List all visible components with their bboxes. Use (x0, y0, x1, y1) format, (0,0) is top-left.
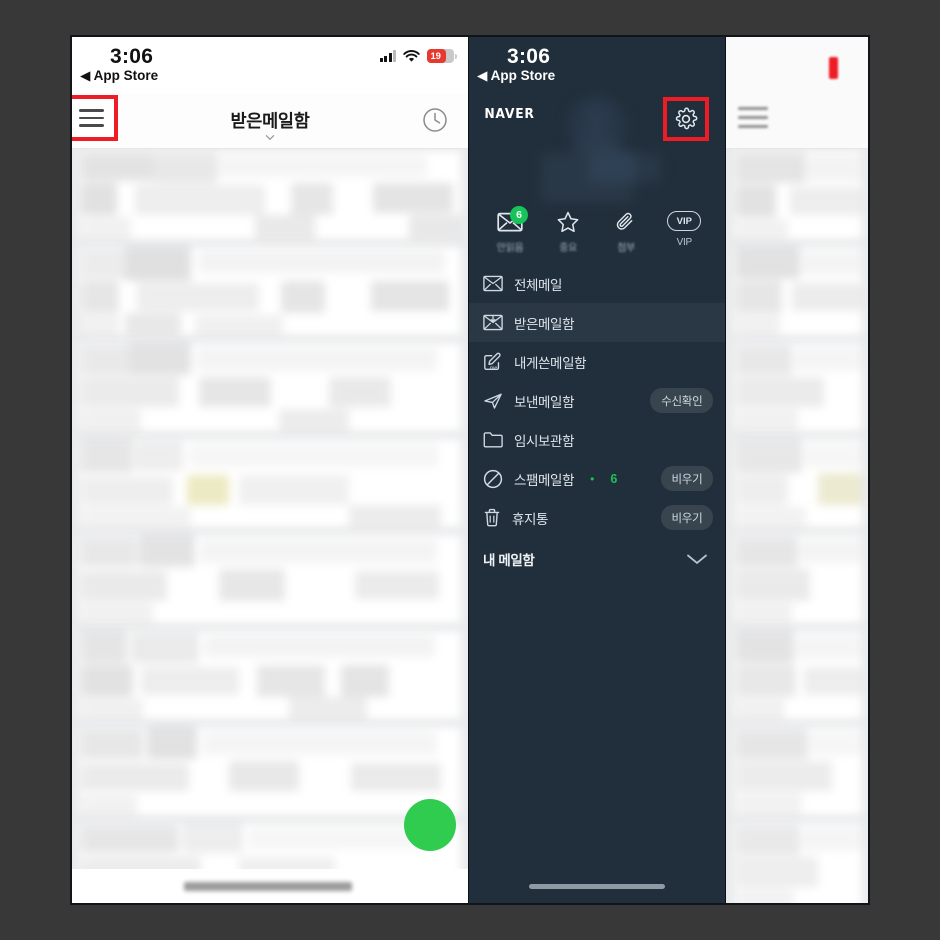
back-to-app-store[interactable]: ◀ App Store (477, 68, 555, 84)
unread-badge: 6 (510, 206, 529, 224)
page-title: 받은메일함 (230, 111, 310, 131)
menu-label: 임시보관함 (514, 433, 575, 449)
quick-vip[interactable]: VIP VIP (658, 211, 710, 254)
spam-count: 6 (610, 471, 618, 486)
mail-list-right[interactable] (726, 149, 868, 903)
mail-list-item[interactable] (734, 823, 862, 903)
mail-list-item[interactable] (79, 535, 461, 623)
my-mailboxes-section[interactable]: 내 메일함 (469, 539, 725, 579)
inbox-list-screen: 3:06 ◀ App Store 19 받은메일함 (72, 37, 469, 903)
empty-trash-button[interactable]: 비우기 (660, 505, 714, 530)
gear-icon[interactable] (663, 97, 710, 141)
battery-percent: 19 (430, 50, 441, 62)
envelope-icon (483, 275, 503, 292)
mail-list[interactable] (72, 149, 468, 903)
avatar[interactable] (541, 95, 662, 203)
svg-text:me: me (490, 365, 498, 371)
red-highlight-mark (829, 57, 838, 79)
menu-label: 보낸메일함 (514, 394, 575, 410)
section-label: 내 메일함 (483, 553, 535, 568)
drawer-menu: 전체메일 받은메일함 me 내게쓴메일함 보낸메일함 수신확인 임시보관함 스팸… (469, 264, 726, 579)
third-screen-partial (726, 37, 868, 903)
mail-list-item[interactable] (79, 631, 461, 719)
menu-item-trash[interactable]: 휴지통 비우기 (469, 498, 725, 537)
navbar-left: 받은메일함 (72, 93, 468, 149)
phone-screens-composite: 3:06 ◀ App Store 19 받은메일함 3:06 ◀ App Sto… (70, 35, 870, 905)
mail-list-item[interactable] (79, 247, 461, 335)
mail-list-item[interactable] (734, 727, 862, 815)
menu-item-drafts[interactable]: 임시보관함 (469, 420, 725, 459)
quick-unread[interactable]: 6 안읽음 (484, 206, 536, 254)
naver-logo: NAVER (484, 107, 535, 122)
back-label: App Store (490, 68, 556, 83)
trash-icon (484, 508, 500, 526)
status-bar-mid: 3:06 ◀ App Store (469, 37, 725, 93)
quick-label: 중요 (559, 243, 578, 254)
paperclip-icon (616, 212, 633, 230)
hamburger-menu-icon[interactable] (738, 107, 769, 128)
menu-label: 전체메일 (514, 277, 563, 293)
chevron-down-icon[interactable] (685, 552, 709, 566)
menu-item-inbox[interactable]: 받은메일함 (469, 303, 726, 342)
menu-label: 휴지통 (512, 511, 549, 527)
status-time: 3:06 (507, 45, 551, 68)
navbar-right (726, 37, 868, 149)
quick-access-row: 6 안읽음 중요 첨부 VIP VIP (469, 197, 725, 264)
quick-label: 안읽음 (496, 243, 524, 254)
block-icon (483, 469, 503, 488)
battery-icon: 19 (427, 49, 457, 63)
menu-label: 받은메일함 (514, 316, 575, 332)
star-icon (557, 211, 579, 233)
quick-attachment[interactable]: 첨부 (600, 211, 652, 254)
status-indicators: 19 (379, 49, 457, 63)
mail-list-item[interactable] (734, 343, 862, 431)
bottom-progress-bar (184, 882, 352, 891)
menu-item-spam[interactable]: 스팸메일함 • 6 비우기 (469, 459, 725, 498)
mail-list-item[interactable] (79, 727, 461, 815)
send-icon (484, 393, 502, 409)
receipt-confirm-button[interactable]: 수신확인 (650, 388, 714, 413)
status-bar-left: 3:06 ◀ App Store 19 (72, 37, 468, 93)
compose-fab[interactable] (404, 799, 456, 851)
menu-label: 스팸메일함 (514, 472, 575, 488)
quick-label: VIP (676, 237, 693, 248)
drawer-header: NAVER (469, 93, 725, 203)
signal-bars-icon (379, 50, 396, 62)
vip-badge-icon: VIP (667, 211, 702, 231)
mail-list-item[interactable] (734, 439, 862, 527)
list-bottom-overlay (72, 869, 468, 903)
quick-label: 첨부 (617, 243, 636, 254)
quick-important[interactable]: 중요 (542, 211, 594, 254)
back-label: App Store (93, 68, 159, 83)
back-arrow-icon: ◀ (477, 68, 488, 83)
folder-icon (483, 432, 503, 448)
wifi-icon (403, 49, 420, 62)
mail-list-item[interactable] (79, 439, 461, 527)
back-to-app-store[interactable]: ◀ App Store (80, 68, 158, 84)
back-arrow-icon: ◀ (80, 68, 91, 83)
mail-list-item[interactable] (79, 343, 461, 431)
mail-list-item[interactable] (79, 151, 461, 239)
menu-item-self-mail[interactable]: me 내게쓴메일함 (469, 342, 725, 381)
home-indicator (529, 884, 666, 889)
screenshot-canvas: 3:06 ◀ App Store 19 받은메일함 3:06 ◀ App Sto… (0, 0, 940, 940)
menu-item-sent[interactable]: 보낸메일함 수신확인 (469, 381, 725, 420)
hamburger-menu-icon[interactable] (72, 95, 118, 141)
clock-icon[interactable] (422, 107, 448, 133)
self-note-icon: me (484, 352, 501, 371)
empty-spam-button[interactable]: 비우기 (660, 466, 714, 491)
spam-dot: • (590, 471, 595, 486)
mail-list-item[interactable] (734, 631, 862, 719)
inbox-envelope-icon (483, 314, 503, 331)
naver-side-drawer: 3:06 ◀ App Store NAVER 6 안읽음 중요 첨부 VIP V… (469, 37, 727, 903)
menu-item-all-mail[interactable]: 전체메일 (469, 264, 725, 303)
mail-list-item[interactable] (734, 247, 862, 335)
chevron-down-icon[interactable] (265, 133, 275, 142)
mail-list-item[interactable] (734, 151, 862, 239)
menu-label: 내게쓴메일함 (514, 355, 587, 371)
mail-list-item[interactable] (734, 535, 862, 623)
